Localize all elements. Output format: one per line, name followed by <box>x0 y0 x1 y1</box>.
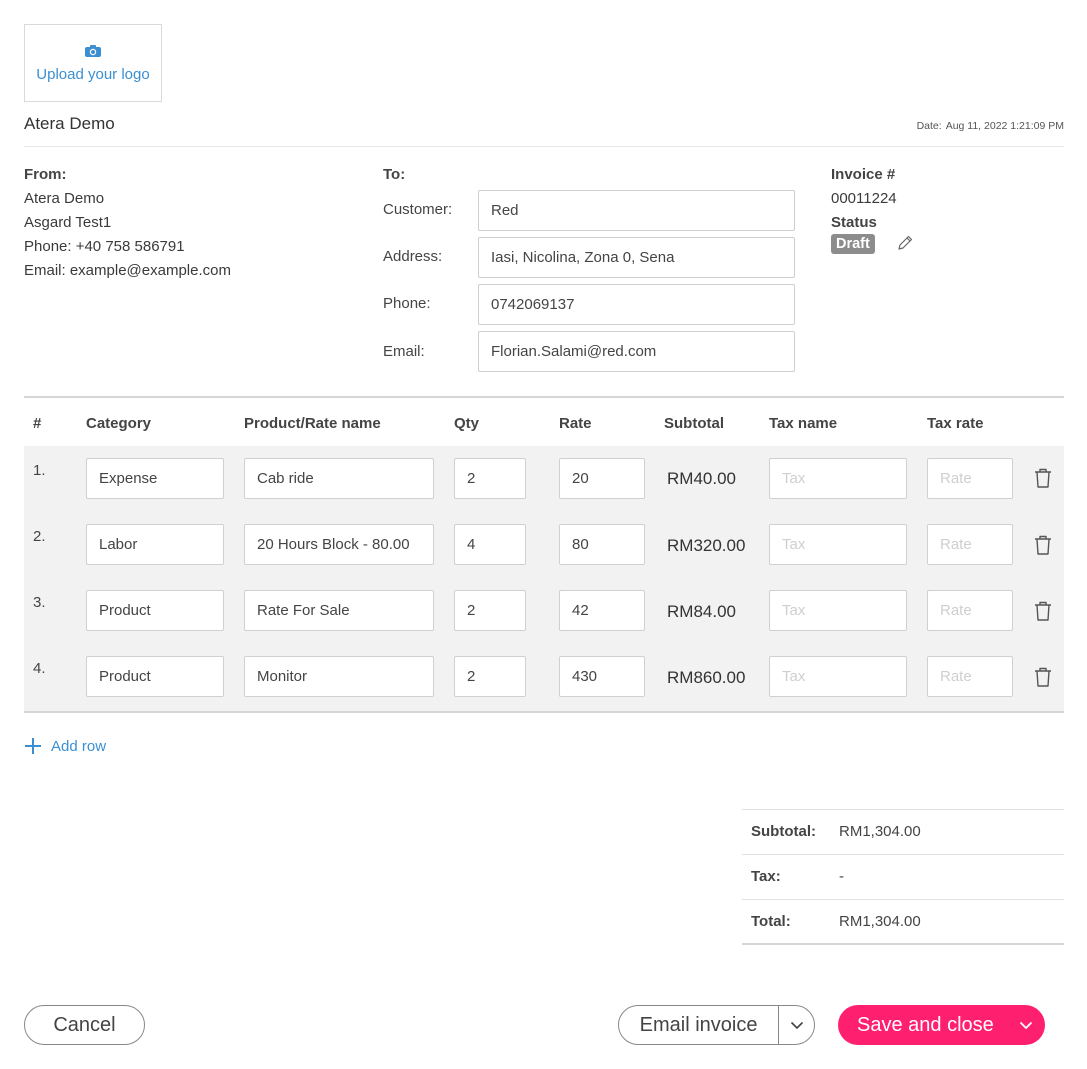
pencil-icon[interactable] <box>896 234 914 252</box>
company-name: Atera Demo <box>24 114 115 133</box>
col-header-tax-name: Tax name <box>769 415 838 432</box>
email-input[interactable] <box>478 331 795 372</box>
qty-input[interactable] <box>454 656 526 697</box>
category-input[interactable] <box>86 590 224 631</box>
trash-icon[interactable] <box>1033 666 1053 688</box>
table-top-border <box>24 396 1064 398</box>
tax-name-input[interactable] <box>769 656 907 697</box>
save-and-close-dropdown[interactable] <box>1007 1005 1045 1045</box>
col-header-number: # <box>33 415 42 432</box>
phone-input[interactable] <box>478 284 795 325</box>
row-number: 3. <box>33 594 46 611</box>
product-input[interactable] <box>244 656 434 697</box>
tax-rate-input[interactable] <box>927 458 1013 499</box>
date-label: Date: <box>916 120 942 132</box>
cancel-button[interactable]: Cancel <box>24 1005 145 1045</box>
from-title: From: <box>24 166 67 183</box>
invoice-date: Date: Aug 11, 2022 1:21:09 PM <box>913 120 1064 132</box>
category-input[interactable] <box>86 524 224 565</box>
row-number: 2. <box>33 528 46 545</box>
from-line: Asgard Test1 <box>24 214 112 231</box>
save-and-close-split-button: Save and close <box>838 1005 1045 1045</box>
totals-total-value: RM1,304.00 <box>839 913 921 930</box>
qty-input[interactable] <box>454 590 526 631</box>
rate-input[interactable] <box>559 524 645 565</box>
chevron-down-icon <box>790 1021 803 1029</box>
rate-input[interactable] <box>559 590 645 631</box>
col-header-qty: Qty <box>454 415 480 432</box>
invoice-block: Invoice # 00011224 Status <box>831 163 897 235</box>
plus-icon <box>25 738 41 754</box>
address-label: Address: <box>383 248 443 265</box>
row-subtotal: RM860.00 <box>667 668 746 687</box>
date-value: Aug 11, 2022 1:21:09 PM <box>945 120 1064 132</box>
totals-bottom-border <box>742 943 1064 945</box>
address-input[interactable] <box>478 237 795 278</box>
email-invoice-button[interactable]: Email invoice <box>619 1006 780 1044</box>
product-input[interactable] <box>244 458 434 499</box>
email-invoice-dropdown[interactable] <box>779 1006 814 1044</box>
rate-input[interactable] <box>559 656 645 697</box>
rate-input[interactable] <box>559 458 645 499</box>
from-line: Email: example@example.com <box>24 262 231 279</box>
header-divider <box>24 146 1064 147</box>
add-row-button[interactable]: Add row <box>24 737 106 755</box>
tax-name-input[interactable] <box>769 524 907 565</box>
table-bottom-border <box>24 711 1064 713</box>
totals-total-label: Total: <box>751 913 791 930</box>
invoice-number-label: Invoice # <box>831 166 896 183</box>
row-subtotal: RM84.00 <box>667 602 736 621</box>
row-number: 1. <box>33 462 46 479</box>
totals-subtotal-value: RM1,304.00 <box>839 823 921 840</box>
row-number: 4. <box>33 660 46 677</box>
save-and-close-button[interactable]: Save and close <box>838 1005 1007 1045</box>
chevron-down-icon <box>1019 1021 1033 1029</box>
customer-label: Customer: <box>383 201 453 218</box>
row-subtotal: RM40.00 <box>667 469 736 488</box>
col-header-product: Product/Rate name <box>244 415 381 432</box>
col-header-rate: Rate <box>559 415 592 432</box>
totals-divider <box>742 809 1064 810</box>
tax-rate-input[interactable] <box>927 656 1013 697</box>
status-label: Status <box>831 214 877 231</box>
product-input[interactable] <box>244 590 434 631</box>
camera-icon <box>85 44 101 57</box>
col-header-category: Category <box>86 415 152 432</box>
tax-rate-input[interactable] <box>927 524 1013 565</box>
trash-icon[interactable] <box>1033 467 1053 489</box>
email-label: Email: <box>383 343 425 360</box>
tax-rate-input[interactable] <box>927 590 1013 631</box>
trash-icon[interactable] <box>1033 534 1053 556</box>
totals-subtotal-label: Subtotal: <box>751 823 816 840</box>
category-input[interactable] <box>86 656 224 697</box>
totals-tax-value: - <box>839 868 844 885</box>
totals-divider <box>742 899 1064 900</box>
col-header-tax-rate: Tax rate <box>927 415 984 432</box>
product-input[interactable] <box>244 524 434 565</box>
totals-divider <box>742 854 1064 855</box>
row-subtotal: RM320.00 <box>667 536 746 555</box>
from-block: From: Atera Demo Asgard Test1 Phone: +40… <box>24 163 231 283</box>
tax-name-input[interactable] <box>769 458 907 499</box>
tax-name-input[interactable] <box>769 590 907 631</box>
qty-input[interactable] <box>454 524 526 565</box>
email-invoice-split-button: Email invoice <box>618 1005 815 1045</box>
totals-tax-label: Tax: <box>751 868 781 885</box>
qty-input[interactable] <box>454 458 526 499</box>
add-row-label: Add row <box>51 737 107 755</box>
phone-label: Phone: <box>383 295 431 312</box>
invoice-number: 00011224 <box>831 190 897 207</box>
from-line: Atera Demo <box>24 190 105 207</box>
trash-icon[interactable] <box>1033 600 1053 622</box>
upload-logo-label: Upload your logo <box>36 65 150 83</box>
from-line: Phone: +40 758 586791 <box>24 238 185 255</box>
customer-input[interactable] <box>478 190 795 231</box>
upload-logo-button[interactable]: Upload your logo <box>24 24 162 102</box>
status-badge: Draft <box>831 234 875 254</box>
col-header-subtotal: Subtotal <box>664 415 724 432</box>
to-title: To: <box>383 166 406 183</box>
category-input[interactable] <box>86 458 224 499</box>
